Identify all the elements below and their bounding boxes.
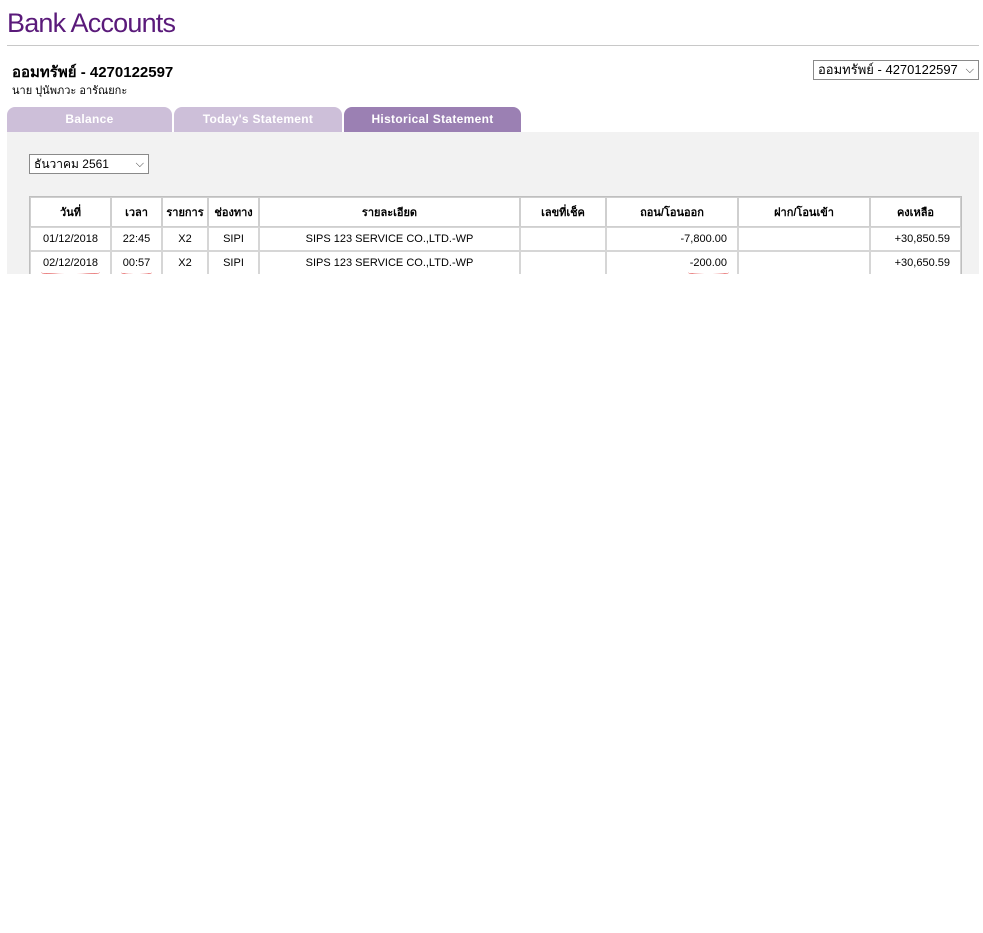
chevron-down-icon: ⌵ — [965, 64, 974, 76]
cell-cheque — [520, 227, 606, 251]
cell-balance: +30,850.59 — [870, 227, 961, 251]
col-header-time: เวลา — [111, 197, 162, 227]
col-header-transaction: รายการ — [162, 197, 208, 227]
col-header-date: วันที่ — [30, 197, 111, 227]
table-row: 01/12/2018 22:45 X2 SIPI SIPS 123 SERVIC… — [30, 227, 961, 251]
title-divider — [7, 45, 979, 46]
col-header-balance: คงเหลือ — [870, 197, 961, 227]
cell-date: 01/12/2018 — [30, 227, 111, 251]
tab-todays-statement[interactable]: Today's Statement — [174, 107, 342, 132]
tab-historical-statement[interactable]: Historical Statement — [344, 107, 521, 132]
col-header-cheque: เลขที่เช็ค — [520, 197, 606, 227]
page-title: Bank Accounts — [7, 8, 176, 38]
cell-withdraw: -7,800.00 — [606, 227, 738, 251]
cell-detail: SIPS 123 SERVICE CO.,LTD.-WP — [259, 251, 520, 275]
blank-area — [0, 274, 983, 933]
col-header-detail: รายละเอียด — [259, 197, 520, 227]
account-owner: นาย ปุนัพภวะ อารัณยกะ — [12, 85, 128, 97]
cell-deposit — [738, 227, 870, 251]
cell-time: 22:45 — [111, 227, 162, 251]
cell-channel: SIPI — [208, 251, 259, 275]
month-selector-value: ธันวาคม 2561 — [34, 157, 109, 171]
underlined-time: 00:57 — [120, 257, 152, 275]
month-selector[interactable]: ธันวาคม 2561 ⌵ — [29, 154, 149, 174]
account-selector[interactable]: ออมทรัพย์ - 4270122597 ⌵ — [813, 60, 979, 80]
cell-transaction: X2 — [162, 227, 208, 251]
cell-date: 02/12/2018 — [30, 251, 111, 275]
cell-cheque — [520, 251, 606, 275]
col-header-deposit: ฝาก/โอนเข้า — [738, 197, 870, 227]
table-row: 02/12/2018 00:57 X2 SIPI SIPS 123 SERVIC… — [30, 251, 961, 275]
underlined-withdraw: -200.00 — [687, 257, 730, 275]
cell-deposit — [738, 251, 870, 275]
statement-table: วันที่ เวลา รายการ ช่องทาง รายละเอียด เล… — [29, 196, 962, 276]
table-header-row: วันที่ เวลา รายการ ช่องทาง รายละเอียด เล… — [30, 197, 961, 227]
tab-balance[interactable]: Balance — [7, 107, 172, 132]
cell-transaction: X2 — [162, 251, 208, 275]
col-header-withdraw: ถอน/โอนออก — [606, 197, 738, 227]
cell-channel: SIPI — [208, 227, 259, 251]
underlined-date: 02/12/2018 — [40, 257, 101, 275]
account-selector-value: ออมทรัพย์ - 4270122597 — [818, 62, 958, 77]
col-header-channel: ช่องทาง — [208, 197, 259, 227]
cell-time: 00:57 — [111, 251, 162, 275]
cell-balance: +30,650.59 — [870, 251, 961, 275]
cell-detail: SIPS 123 SERVICE CO.,LTD.-WP — [259, 227, 520, 251]
chevron-down-icon: ⌵ — [135, 158, 144, 170]
cell-withdraw: -200.00 — [606, 251, 738, 275]
